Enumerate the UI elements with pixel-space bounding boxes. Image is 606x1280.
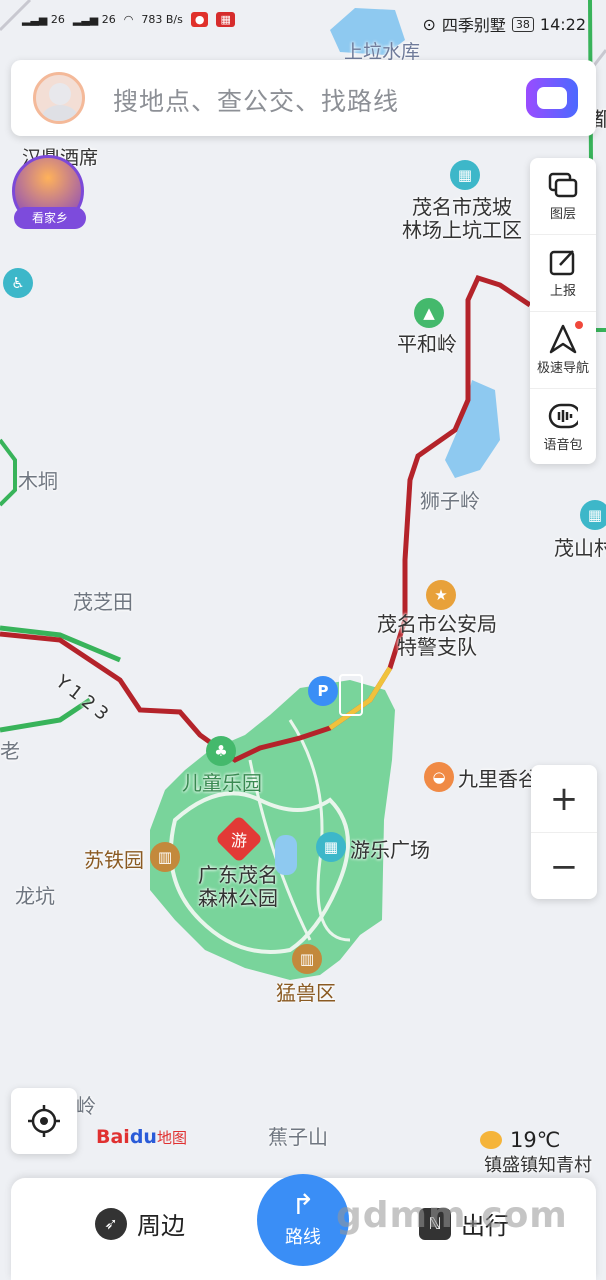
search-input[interactable]: 搜地点、查公交、找路线 [113, 82, 399, 118]
nearby-button[interactable]: ➶ 周边 [95, 1206, 185, 1241]
map-tools-panel: 图层 上报 极速导航 语音包 [530, 158, 596, 464]
voice-pack-button[interactable]: 语音包 [530, 389, 596, 465]
navigation-icon [548, 324, 578, 353]
kids-park-poi-icon[interactable]: ♣ [206, 736, 236, 766]
compass-icon: ➶ [95, 1207, 127, 1240]
nearby-label: 周边 [137, 1212, 185, 1240]
voice-assistant-button[interactable] [526, 78, 578, 118]
village-poi-icon[interactable]: ▦ [580, 500, 606, 530]
police-label[interactable]: 茂名市公安局 特警支队 [377, 613, 497, 659]
voice-pack-label: 语音包 [543, 437, 583, 453]
layers-icon [548, 171, 578, 199]
assistant-icon [537, 87, 567, 109]
park-area [150, 680, 395, 980]
shiziling-label: 狮子岭 [420, 489, 480, 513]
hometown-label: 看家乡 [14, 207, 86, 229]
location-text: 四季别墅 [441, 16, 506, 35]
report-button[interactable]: 上报 [530, 235, 596, 312]
crosshair-icon [28, 1105, 60, 1137]
kids-park-label[interactable]: 儿童乐园 [182, 772, 262, 795]
road-green-1 [0, 625, 121, 663]
road-green-3 [0, 438, 17, 507]
maoshan-label[interactable]: 茂山村 [554, 537, 606, 560]
maozhitian-label: 茂芝田 [73, 590, 133, 614]
sutie-poi-icon[interactable]: ▥ [150, 842, 180, 872]
signal-icon-1: ▂▃▅ 26 [22, 13, 65, 26]
hometown-badge[interactable]: 看家乡 [12, 155, 88, 231]
beast-poi-icon[interactable]: ▥ [292, 944, 322, 974]
mic-icon: ● [190, 12, 209, 27]
sutie-label[interactable]: 苏铁园 [84, 849, 144, 872]
baidu-logo: Baidu地图 [96, 1126, 187, 1148]
mudong-label: 木垌 [18, 469, 58, 493]
forest-farm-label[interactable]: 茂名市茂坡 林场上坑工区 [402, 196, 522, 242]
beast-label[interactable]: 猛兽区 [276, 982, 336, 1005]
navigation-button[interactable]: 极速导航 [530, 312, 596, 389]
route-label: 路线 [285, 1227, 321, 1248]
restaurant-poi-icon[interactable]: ◒ [424, 762, 454, 792]
voice-pack-icon [548, 402, 578, 430]
report-icon [548, 248, 578, 276]
navigation-label: 极速导航 [536, 360, 589, 376]
search-bar[interactable]: 搜地点、查公交、找路线 [11, 60, 596, 136]
status-bar: ▂▃▅ 26 ▂▃▅ 26 ◠ 783 B/s ● ▦ ⊙ 四季别墅 38 14… [0, 0, 606, 50]
town-label[interactable]: 镇盛镇知青村 [484, 1155, 592, 1177]
wifi-icon: ◠ [123, 13, 134, 26]
ling-label: 岭 [76, 1094, 96, 1118]
plaza-label[interactable]: 游乐广场 [350, 839, 430, 862]
parking-poi-icon[interactable]: P [308, 676, 338, 706]
layers-button[interactable]: 图层 [530, 158, 596, 235]
battery-icon: 38 [511, 16, 534, 32]
route-arrow-icon: ↱ [291, 1188, 315, 1221]
forest-farm-poi-icon[interactable]: ▦ [450, 160, 480, 190]
longkeng-label: 龙坑 [15, 884, 55, 908]
location-pin-icon: ⊙ [422, 14, 436, 34]
map-canvas[interactable]: ▦ ▲ ♿ ★ P ♣ ◒ ▥ ▦ ▥ ▦ 游 上垃水库 汉鼎酒席 茂名市茂坡 … [0, 0, 606, 1280]
app-icon: ▦ [216, 12, 235, 27]
signal-icon-2: ▂▃▅ 26 [72, 13, 116, 26]
police-poi-icon[interactable]: ★ [426, 580, 456, 610]
lao-label: 老 [0, 739, 20, 763]
notification-dot [575, 321, 583, 329]
pinghe-label[interactable]: 平和岭 [397, 333, 457, 356]
mountain-poi-icon[interactable]: ▲ [414, 298, 444, 328]
jiaozishan-label: 蕉子山 [268, 1125, 328, 1149]
weather-cloud-sun-icon [480, 1131, 502, 1149]
jiuli-label[interactable]: 九里香谷 [458, 768, 538, 791]
zoom-in-button[interactable]: + [531, 765, 597, 833]
report-label: 上报 [549, 283, 576, 299]
status-right: ⊙ 四季别墅 38 14:22 [422, 12, 586, 36]
weather-widget[interactable]: 19℃ [480, 1128, 560, 1152]
park-label[interactable]: 广东茂名 森林公园 [198, 864, 278, 910]
plaza-poi-icon[interactable]: ▦ [316, 832, 346, 862]
zoom-controls: + − [531, 765, 597, 899]
user-avatar[interactable] [33, 72, 85, 124]
watermark: gdmm.com [336, 1195, 568, 1236]
park-pond [275, 835, 297, 875]
locate-button[interactable] [11, 1088, 77, 1154]
map-graphics [0, 0, 606, 980]
zoom-out-button[interactable]: − [531, 833, 597, 900]
temperature: 19℃ [510, 1128, 561, 1152]
time: 14:22 [539, 14, 586, 34]
toilet-poi-icon[interactable]: ♿ [3, 268, 33, 298]
status-left: ▂▃▅ 26 ▂▃▅ 26 ◠ 783 B/s ● ▦ [22, 12, 235, 27]
net-speed: 783 B/s [141, 13, 183, 26]
layers-label: 图层 [549, 206, 576, 222]
